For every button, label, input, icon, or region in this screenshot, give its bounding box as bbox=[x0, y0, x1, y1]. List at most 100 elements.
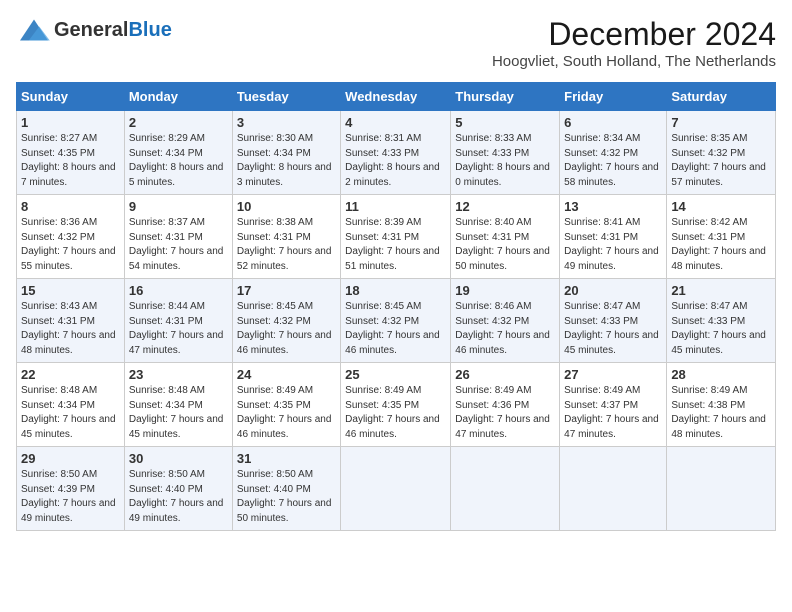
cell-content: Sunrise: 8:30 AMSunset: 4:34 PMDaylight:… bbox=[237, 132, 336, 190]
calendar-cell: 22 Sunrise: 8:48 AMSunset: 4:34 PMDayligh… bbox=[17, 363, 125, 447]
cell-content: Sunrise: 8:48 AMSunset: 4:34 PMDaylight:… bbox=[129, 384, 228, 442]
cell-content: Sunrise: 8:49 AMSunset: 4:37 PMDaylight:… bbox=[564, 384, 662, 442]
cell-content: Sunrise: 8:36 AMSunset: 4:32 PMDaylight:… bbox=[21, 216, 120, 274]
calendar-cell: 31 Sunrise: 8:50 AMSunset: 4:40 PMDayligh… bbox=[232, 447, 340, 531]
cell-content: Sunrise: 8:45 AMSunset: 4:32 PMDaylight:… bbox=[345, 300, 446, 358]
calendar-cell: 16Sunrise: 8:44 AMSunset: 4:31 PMDayligh… bbox=[124, 279, 232, 363]
cell-content: Sunrise: 8:50 AMSunset: 4:40 PMDaylight:… bbox=[129, 468, 228, 526]
day-number: 15 bbox=[21, 283, 120, 298]
page-title: December 2024 bbox=[492, 16, 776, 53]
calendar-cell: 23 Sunrise: 8:48 AMSunset: 4:34 PMDayligh… bbox=[124, 363, 232, 447]
day-number: 2 bbox=[129, 115, 228, 130]
calendar-cell: 26 Sunrise: 8:49 AMSunset: 4:36 PMDayligh… bbox=[451, 363, 560, 447]
cell-content: Sunrise: 8:39 AMSunset: 4:31 PMDaylight:… bbox=[345, 216, 446, 274]
calendar-cell: 27Sunrise: 8:49 AMSunset: 4:37 PMDayligh… bbox=[560, 363, 667, 447]
cell-content: Sunrise: 8:34 AMSunset: 4:32 PMDaylight:… bbox=[564, 132, 662, 190]
day-number: 9 bbox=[129, 199, 228, 214]
logo-text: GeneralBlue bbox=[54, 19, 172, 42]
calendar-table: SundayMondayTuesdayWednesdayThursdayFrid… bbox=[16, 82, 776, 531]
cell-content: Sunrise: 8:37 AMSunset: 4:31 PMDaylight:… bbox=[129, 216, 228, 274]
day-number: 11 bbox=[345, 199, 446, 214]
calendar-week-row: 1Sunrise: 8:27 AMSunset: 4:35 PMDaylight… bbox=[17, 111, 776, 195]
calendar-cell bbox=[667, 447, 776, 531]
day-number: 6 bbox=[564, 115, 662, 130]
calendar-cell: 13 Sunrise: 8:41 AMSunset: 4:31 PMDayligh… bbox=[560, 195, 667, 279]
cell-content: Sunrise: 8:38 AMSunset: 4:31 PMDaylight:… bbox=[237, 216, 336, 274]
cell-content: Sunrise: 8:49 AMSunset: 4:35 PMDaylight:… bbox=[237, 384, 336, 442]
day-number: 19 bbox=[455, 283, 555, 298]
day-number: 14 bbox=[671, 199, 771, 214]
cell-content: Sunrise: 8:45 AMSunset: 4:32 PMDaylight:… bbox=[237, 300, 336, 358]
cell-content: Sunrise: 8:47 AMSunset: 4:33 PMDaylight:… bbox=[671, 300, 771, 358]
cell-content: Sunrise: 8:50 AMSunset: 4:40 PMDaylight:… bbox=[237, 468, 336, 526]
calendar-cell: 25 Sunrise: 8:49 AMSunset: 4:35 PMDayligh… bbox=[341, 363, 451, 447]
calendar-cell: 28 Sunrise: 8:49 AMSunset: 4:38 PMDayligh… bbox=[667, 363, 776, 447]
calendar-cell: 15Sunrise: 8:43 AMSunset: 4:31 PMDayligh… bbox=[17, 279, 125, 363]
calendar-week-row: 29 Sunrise: 8:50 AMSunset: 4:39 PMDayligh… bbox=[17, 447, 776, 531]
calendar-cell: 19 Sunrise: 8:46 AMSunset: 4:32 PMDayligh… bbox=[451, 279, 560, 363]
cell-content: Sunrise: 8:42 AMSunset: 4:31 PMDaylight:… bbox=[671, 216, 771, 274]
calendar-cell: 12Sunrise: 8:40 AMSunset: 4:31 PMDayligh… bbox=[451, 195, 560, 279]
calendar-cell: 5Sunrise: 8:33 AMSunset: 4:33 PMDaylight… bbox=[451, 111, 560, 195]
cell-content: Sunrise: 8:49 AMSunset: 4:36 PMDaylight:… bbox=[455, 384, 555, 442]
calendar-cell: 9 Sunrise: 8:37 AMSunset: 4:31 PMDaylight… bbox=[124, 195, 232, 279]
cell-content: Sunrise: 8:48 AMSunset: 4:34 PMDaylight:… bbox=[21, 384, 120, 442]
cell-content: Sunrise: 8:27 AMSunset: 4:35 PMDaylight:… bbox=[21, 132, 120, 190]
calendar-week-row: 8 Sunrise: 8:36 AMSunset: 4:32 PMDaylight… bbox=[17, 195, 776, 279]
day-number: 25 bbox=[345, 367, 446, 382]
calendar-week-row: 15Sunrise: 8:43 AMSunset: 4:31 PMDayligh… bbox=[17, 279, 776, 363]
calendar-cell: 18 Sunrise: 8:45 AMSunset: 4:32 PMDayligh… bbox=[341, 279, 451, 363]
day-number: 18 bbox=[345, 283, 446, 298]
weekday-header: Thursday bbox=[451, 83, 560, 111]
day-number: 8 bbox=[21, 199, 120, 214]
calendar-cell: 17 Sunrise: 8:45 AMSunset: 4:32 PMDayligh… bbox=[232, 279, 340, 363]
calendar-cell: 3 Sunrise: 8:30 AMSunset: 4:34 PMDaylight… bbox=[232, 111, 340, 195]
weekday-header: Monday bbox=[124, 83, 232, 111]
calendar-cell: 30 Sunrise: 8:50 AMSunset: 4:40 PMDayligh… bbox=[124, 447, 232, 531]
calendar-cell bbox=[560, 447, 667, 531]
calendar-cell: 6 Sunrise: 8:34 AMSunset: 4:32 PMDaylight… bbox=[560, 111, 667, 195]
day-number: 17 bbox=[237, 283, 336, 298]
calendar-cell: 4Sunrise: 8:31 AMSunset: 4:33 PMDaylight… bbox=[341, 111, 451, 195]
cell-content: Sunrise: 8:49 AMSunset: 4:35 PMDaylight:… bbox=[345, 384, 446, 442]
cell-content: Sunrise: 8:35 AMSunset: 4:32 PMDaylight:… bbox=[671, 132, 771, 190]
day-number: 29 bbox=[21, 451, 120, 466]
calendar-cell: 2 Sunrise: 8:29 AMSunset: 4:34 PMDaylight… bbox=[124, 111, 232, 195]
calendar-cell: 10Sunrise: 8:38 AMSunset: 4:31 PMDayligh… bbox=[232, 195, 340, 279]
cell-content: Sunrise: 8:41 AMSunset: 4:31 PMDaylight:… bbox=[564, 216, 662, 274]
calendar-cell: 1Sunrise: 8:27 AMSunset: 4:35 PMDaylight… bbox=[17, 111, 125, 195]
cell-content: Sunrise: 8:46 AMSunset: 4:32 PMDaylight:… bbox=[455, 300, 555, 358]
calendar-header-row: SundayMondayTuesdayWednesdayThursdayFrid… bbox=[17, 83, 776, 111]
day-number: 21 bbox=[671, 283, 771, 298]
day-number: 20 bbox=[564, 283, 662, 298]
cell-content: Sunrise: 8:29 AMSunset: 4:34 PMDaylight:… bbox=[129, 132, 228, 190]
weekday-header: Wednesday bbox=[341, 83, 451, 111]
day-number: 30 bbox=[129, 451, 228, 466]
day-number: 31 bbox=[237, 451, 336, 466]
day-number: 26 bbox=[455, 367, 555, 382]
day-number: 13 bbox=[564, 199, 662, 214]
title-block: December 2024 Hoogvliet, South Holland, … bbox=[492, 16, 776, 70]
calendar-cell: 29 Sunrise: 8:50 AMSunset: 4:39 PMDayligh… bbox=[17, 447, 125, 531]
day-number: 23 bbox=[129, 367, 228, 382]
cell-content: Sunrise: 8:31 AMSunset: 4:33 PMDaylight:… bbox=[345, 132, 446, 190]
day-number: 7 bbox=[671, 115, 771, 130]
weekday-header: Friday bbox=[560, 83, 667, 111]
weekday-header: Tuesday bbox=[232, 83, 340, 111]
day-number: 22 bbox=[21, 367, 120, 382]
cell-content: Sunrise: 8:44 AMSunset: 4:31 PMDaylight:… bbox=[129, 300, 228, 358]
calendar-cell bbox=[341, 447, 451, 531]
page-subtitle: Hoogvliet, South Holland, The Netherland… bbox=[492, 53, 776, 70]
weekday-header: Sunday bbox=[17, 83, 125, 111]
day-number: 3 bbox=[237, 115, 336, 130]
cell-content: Sunrise: 8:49 AMSunset: 4:38 PMDaylight:… bbox=[671, 384, 771, 442]
calendar-cell: 20 Sunrise: 8:47 AMSunset: 4:33 PMDayligh… bbox=[560, 279, 667, 363]
calendar-cell: 14 Sunrise: 8:42 AMSunset: 4:31 PMDayligh… bbox=[667, 195, 776, 279]
day-number: 28 bbox=[671, 367, 771, 382]
logo: GeneralBlue bbox=[16, 16, 172, 44]
calendar-week-row: 22 Sunrise: 8:48 AMSunset: 4:34 PMDayligh… bbox=[17, 363, 776, 447]
cell-content: Sunrise: 8:47 AMSunset: 4:33 PMDaylight:… bbox=[564, 300, 662, 358]
calendar-cell: 24Sunrise: 8:49 AMSunset: 4:35 PMDayligh… bbox=[232, 363, 340, 447]
cell-content: Sunrise: 8:50 AMSunset: 4:39 PMDaylight:… bbox=[21, 468, 120, 526]
calendar-cell bbox=[451, 447, 560, 531]
